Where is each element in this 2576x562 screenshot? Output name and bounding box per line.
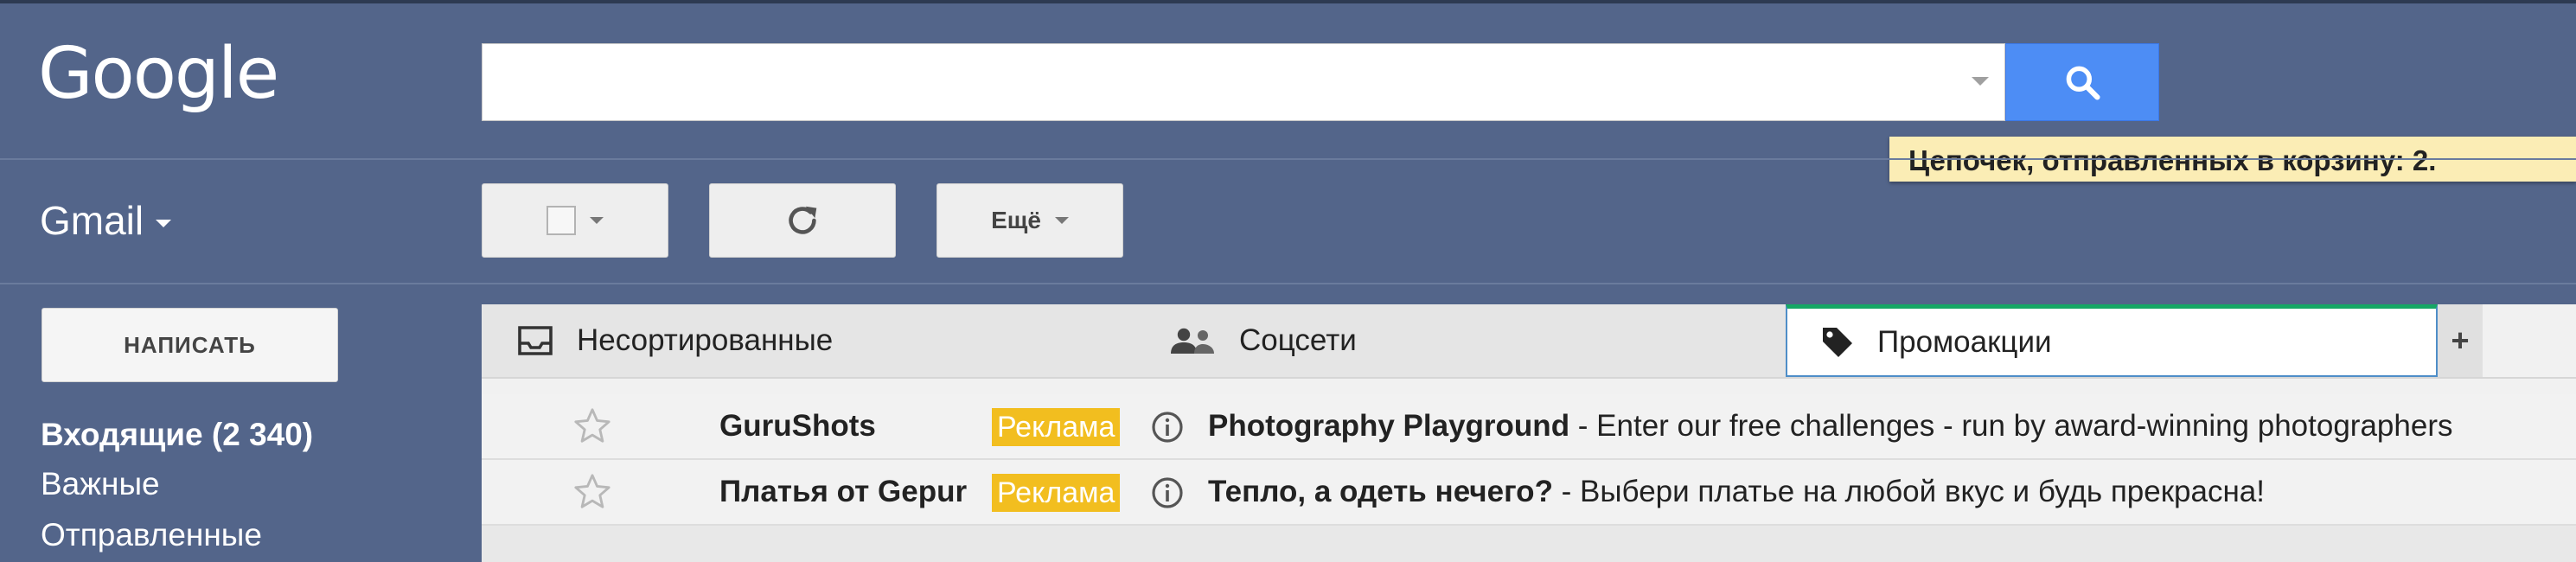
- checkbox-icon[interactable]: [547, 206, 576, 235]
- email-row[interactable]: Платья от Gepur Реклама Тепло, а одеть н…: [482, 460, 2576, 526]
- info-icon[interactable]: [1150, 410, 1185, 449]
- more-label: Ещё: [991, 207, 1041, 233]
- sidebar-item-sent[interactable]: Отправленные: [41, 517, 262, 553]
- toolbar-divider: [0, 283, 2576, 284]
- header-divider: [0, 158, 2576, 160]
- ad-badge: Реклама: [992, 408, 1121, 446]
- select-checkbox-button[interactable]: [482, 183, 668, 258]
- search-button[interactable]: [2005, 43, 2159, 121]
- search-input[interactable]: [483, 44, 1953, 120]
- list-bottom: [482, 526, 2576, 562]
- sidebar-item-inbox[interactable]: Входящие (2 340): [41, 417, 313, 453]
- email-subject: Тепло, а одеть нечего?: [1208, 475, 1553, 508]
- star-icon[interactable]: [572, 472, 612, 516]
- people-icon: [1168, 326, 1217, 355]
- tab-promotions[interactable]: Промоакции: [1786, 304, 2438, 377]
- info-icon[interactable]: [1150, 476, 1185, 514]
- email-snippet: - Enter our free challenges - run by awa…: [1569, 409, 2453, 443]
- chevron-down-icon: [156, 219, 172, 227]
- tab-label: Соцсети: [1239, 323, 1357, 357]
- email-sender: GuruShots: [719, 409, 876, 443]
- tab-label: Несортированные: [577, 323, 834, 357]
- search-box[interactable]: [482, 43, 2005, 121]
- refresh-button[interactable]: [709, 183, 896, 258]
- chevron-down-icon: [1054, 217, 1069, 224]
- mail-content: Несортированные Соцсети Промоакции + Gur…: [482, 304, 2576, 562]
- gmail-menu[interactable]: Gmail: [40, 197, 172, 244]
- chevron-down-icon: [590, 217, 604, 224]
- email-subject-line: Тепло, а одеть нечего? - Выбери платье н…: [1208, 475, 2265, 509]
- sidebar-item-important[interactable]: Важные: [41, 466, 160, 502]
- search-icon: [2066, 66, 2100, 100]
- email-sender: Платья от Gepur: [719, 475, 968, 508]
- tab-primary[interactable]: Несортированные: [482, 304, 1134, 377]
- ad-badge: Реклама: [992, 474, 1121, 512]
- google-logo[interactable]: Google: [38, 33, 279, 115]
- search-options-chevron-icon[interactable]: [1972, 77, 1989, 86]
- category-tabs: Несортированные Соцсети Промоакции +: [482, 304, 2576, 377]
- top-edge-line: [0, 0, 2576, 3]
- gmail-label: Gmail: [40, 198, 144, 243]
- tag-icon: [1820, 325, 1855, 360]
- tabs-divider: [482, 377, 2576, 379]
- email-snippet: - Выбери платье на любой вкус и будь пре…: [1552, 475, 2265, 508]
- more-button[interactable]: Ещё: [936, 183, 1123, 258]
- tab-social[interactable]: Соцсети: [1134, 304, 1786, 377]
- inbox-icon: [516, 326, 554, 355]
- tab-label: Промоакции: [1877, 324, 2052, 359]
- refresh-icon: [789, 206, 817, 234]
- email-row[interactable]: GuruShots Реклама Photography Playground…: [482, 394, 2576, 460]
- compose-button[interactable]: НАПИСАТЬ: [42, 308, 338, 382]
- email-subject-line: Photography Playground - Enter our free …: [1208, 409, 2452, 444]
- email-subject: Photography Playground: [1208, 409, 1570, 443]
- star-icon[interactable]: [572, 406, 612, 450]
- add-tab-button[interactable]: +: [2438, 304, 2483, 377]
